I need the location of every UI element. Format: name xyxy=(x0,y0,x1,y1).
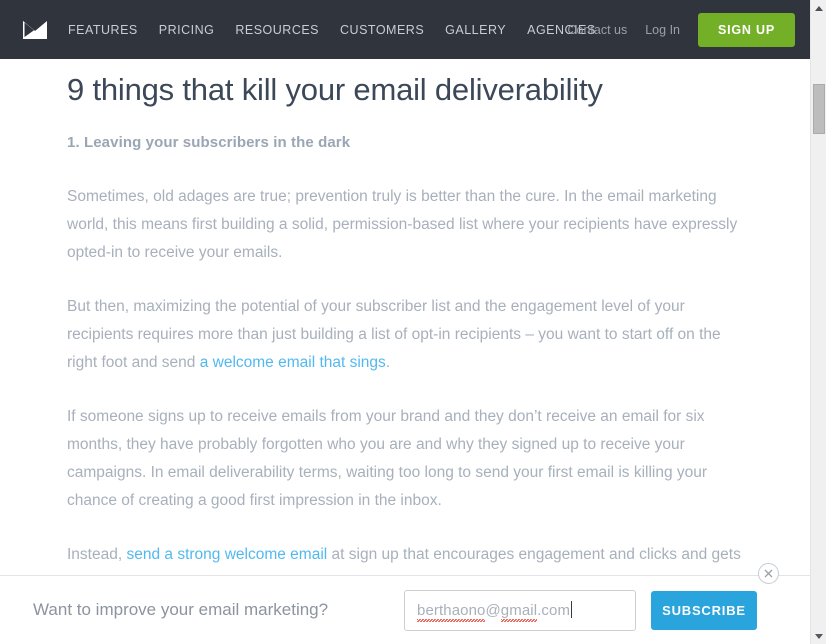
scroll-up-arrow-icon[interactable] xyxy=(811,0,826,16)
top-navigation-bar: FEATURES PRICING RESOURCES CUSTOMERS GAL… xyxy=(0,0,810,59)
subscribe-bar: Want to improve your email marketing? be… xyxy=(0,575,810,644)
close-x-icon xyxy=(764,569,773,578)
scroll-down-arrow-icon[interactable] xyxy=(811,628,826,644)
page-title: 9 things that kill your email deliverabi… xyxy=(67,72,603,107)
email-input[interactable]: berthaono@gmail.com xyxy=(404,590,636,631)
text-caret xyxy=(571,601,573,618)
primary-nav-links: FEATURES PRICING RESOURCES CUSTOMERS GAL… xyxy=(68,23,596,37)
close-subscribe-bar-button[interactable] xyxy=(758,563,779,584)
scrollbar-thumb[interactable] xyxy=(813,84,825,134)
misspelled-word: berthaono xyxy=(417,602,486,622)
article-content: 9 things that kill your email deliverabi… xyxy=(0,59,810,597)
subscribe-prompt-label: Want to improve your email marketing? xyxy=(33,600,329,619)
contact-us-link[interactable]: Contact us xyxy=(567,23,627,37)
nav-item-gallery[interactable]: GALLERY xyxy=(445,23,506,37)
paragraph-2: But then, maximizing the potential of yo… xyxy=(67,297,721,371)
nav-item-pricing[interactable]: PRICING xyxy=(159,23,215,37)
envelope-logo-icon[interactable] xyxy=(22,20,48,40)
sign-up-button[interactable]: SIGN UP xyxy=(698,12,795,47)
nav-item-resources[interactable]: RESOURCES xyxy=(235,23,319,37)
browser-page: FEATURES PRICING RESOURCES CUSTOMERS GAL… xyxy=(0,0,826,644)
email-input-value: berthaono@gmail.com xyxy=(417,602,571,622)
vertical-scrollbar[interactable] xyxy=(810,0,826,644)
misspelled-word: gmail xyxy=(500,602,538,622)
paragraph-1: Sometimes, old adages are true; preventi… xyxy=(67,187,738,261)
paragraph-3: If someone signs up to receive emails fr… xyxy=(67,407,708,509)
page-viewport: FEATURES PRICING RESOURCES CUSTOMERS GAL… xyxy=(0,0,810,644)
secondary-nav-links: Contact us Log In SIGN UP xyxy=(567,0,795,59)
nav-item-customers[interactable]: CUSTOMERS xyxy=(340,23,424,37)
log-in-link[interactable]: Log In xyxy=(645,23,680,37)
nav-item-features[interactable]: FEATURES xyxy=(68,23,138,37)
inline-link[interactable]: send a strong welcome email xyxy=(126,546,327,563)
subscribe-button[interactable]: SUBSCRIBE xyxy=(651,591,757,630)
section-subtitle: 1. Leaving your subscribers in the dark xyxy=(67,133,351,151)
inline-link[interactable]: a welcome email that sings xyxy=(200,354,386,371)
